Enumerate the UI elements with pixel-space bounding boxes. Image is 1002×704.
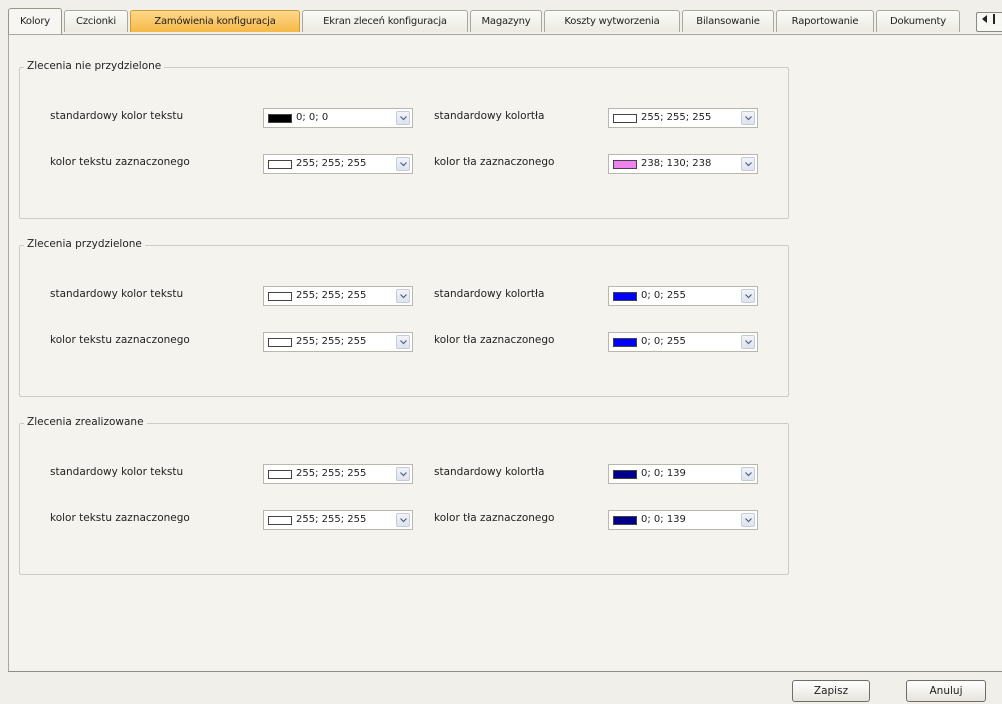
label-standard-text-color: standardowy kolor tekstu — [50, 110, 184, 122]
color-swatch — [268, 338, 292, 347]
color-picker-selected-background[interactable]: 0; 0; 255 — [608, 332, 758, 352]
color-value: 0; 0; 255 — [641, 336, 686, 347]
cancel-button[interactable]: Anuluj — [906, 680, 986, 702]
chevron-down-icon[interactable] — [741, 335, 755, 349]
color-picker-standard-text[interactable]: 255; 255; 255 — [263, 464, 413, 484]
save-button[interactable]: Zapisz — [792, 680, 870, 702]
color-swatch — [268, 114, 292, 123]
group-title: Zlecenia nie przydzielone — [24, 60, 165, 72]
color-value: 255; 255; 255 — [296, 290, 367, 301]
label-selected-background-color: kolor tła zaznaczonego — [434, 334, 555, 346]
color-picker-standard-text[interactable]: 255; 255; 255 — [263, 286, 413, 306]
chevron-down-icon[interactable] — [396, 289, 410, 303]
color-swatch — [268, 292, 292, 301]
label-selected-background-color: kolor tła zaznaczonego — [434, 156, 555, 168]
color-value: 255; 255; 255 — [641, 112, 712, 123]
color-picker-standard-text[interactable]: 0; 0; 0 — [263, 108, 413, 128]
group-zlecenia-przydzielone: Zlecenia przydzielone standardowy kolor … — [19, 238, 789, 397]
tab-koszty-wytworzenia[interactable]: Koszty wytworzenia — [544, 10, 680, 32]
color-swatch — [613, 292, 637, 301]
chevron-down-icon[interactable] — [396, 111, 410, 125]
color-picker-selected-background[interactable]: 0; 0; 139 — [608, 510, 758, 530]
label-standard-background-color: standardowy kolortła — [434, 110, 545, 122]
chevron-down-icon[interactable] — [741, 157, 755, 171]
tab-bar: Kolory Czcionki Zamówienia konfiguracja … — [8, 6, 1002, 34]
color-picker-standard-background[interactable]: 0; 0; 255 — [608, 286, 758, 306]
color-swatch — [613, 338, 637, 347]
tab-bilansowanie[interactable]: Bilansowanie — [682, 10, 774, 32]
label-standard-background-color: standardowy kolortła — [434, 288, 545, 300]
group-zlecenia-nie-przydzielone: Zlecenia nie przydzielone standardowy ko… — [19, 60, 789, 219]
chevron-down-icon[interactable] — [741, 513, 755, 527]
chevron-down-icon[interactable] — [396, 335, 410, 349]
color-swatch — [613, 516, 637, 525]
tab-raportowanie[interactable]: Raportowanie — [776, 10, 874, 32]
color-value: 0; 0; 0 — [296, 112, 329, 123]
color-swatch — [268, 516, 292, 525]
label-standard-background-color: standardowy kolortła — [434, 466, 545, 478]
chevron-down-icon[interactable] — [741, 289, 755, 303]
tab-ekran-zlecen-konfiguracja[interactable]: Ekran zleceń konfiguracja — [302, 10, 468, 32]
group-title: Zlecenia przydzielone — [24, 238, 145, 250]
color-picker-selected-text[interactable]: 255; 255; 255 — [263, 154, 413, 174]
tab-scroll-arrows-icon[interactable] — [976, 12, 1002, 32]
color-value: 238; 130; 238 — [641, 158, 712, 169]
color-value: 255; 255; 255 — [296, 468, 367, 479]
group-title: Zlecenia zrealizowane — [24, 416, 147, 428]
label-selected-text-color: kolor tekstu zaznaczonego — [50, 156, 190, 168]
label-selected-text-color: kolor tekstu zaznaczonego — [50, 512, 190, 524]
color-swatch — [613, 160, 637, 169]
color-swatch — [268, 160, 292, 169]
chevron-down-icon[interactable] — [741, 111, 755, 125]
color-swatch — [613, 470, 637, 479]
color-value: 0; 0; 255 — [641, 290, 686, 301]
color-value: 0; 0; 139 — [641, 514, 686, 525]
color-value: 255; 255; 255 — [296, 514, 367, 525]
color-swatch — [613, 114, 637, 123]
color-value: 255; 255; 255 — [296, 158, 367, 169]
tab-dokumenty[interactable]: Dokumenty — [876, 10, 960, 32]
chevron-down-icon[interactable] — [396, 157, 410, 171]
color-picker-selected-text[interactable]: 255; 255; 255 — [263, 510, 413, 530]
color-picker-selected-text[interactable]: 255; 255; 255 — [263, 332, 413, 352]
color-picker-standard-background[interactable]: 0; 0; 139 — [608, 464, 758, 484]
color-value: 0; 0; 139 — [641, 468, 686, 479]
color-picker-standard-background[interactable]: 255; 255; 255 — [608, 108, 758, 128]
tab-magazyny[interactable]: Magazyny — [470, 10, 542, 32]
tab-kolory[interactable]: Kolory — [8, 8, 62, 34]
label-selected-text-color: kolor tekstu zaznaczonego — [50, 334, 190, 346]
color-picker-selected-background[interactable]: 238; 130; 238 — [608, 154, 758, 174]
label-standard-text-color: standardowy kolor tekstu — [50, 466, 184, 478]
chevron-down-icon[interactable] — [396, 513, 410, 527]
color-value: 255; 255; 255 — [296, 336, 367, 347]
label-selected-background-color: kolor tła zaznaczonego — [434, 512, 555, 524]
color-swatch — [268, 470, 292, 479]
tab-panel-kolory: Zlecenia nie przydzielone standardowy ko… — [8, 34, 1002, 672]
label-standard-text-color: standardowy kolor tekstu — [50, 288, 184, 300]
group-zlecenia-zrealizowane: Zlecenia zrealizowane standardowy kolor … — [19, 416, 789, 575]
tab-zamowienia-konfiguracja[interactable]: Zamówienia konfiguracja — [130, 10, 300, 32]
chevron-down-icon[interactable] — [396, 467, 410, 481]
tab-czcionki[interactable]: Czcionki — [64, 10, 128, 32]
chevron-down-icon[interactable] — [741, 467, 755, 481]
